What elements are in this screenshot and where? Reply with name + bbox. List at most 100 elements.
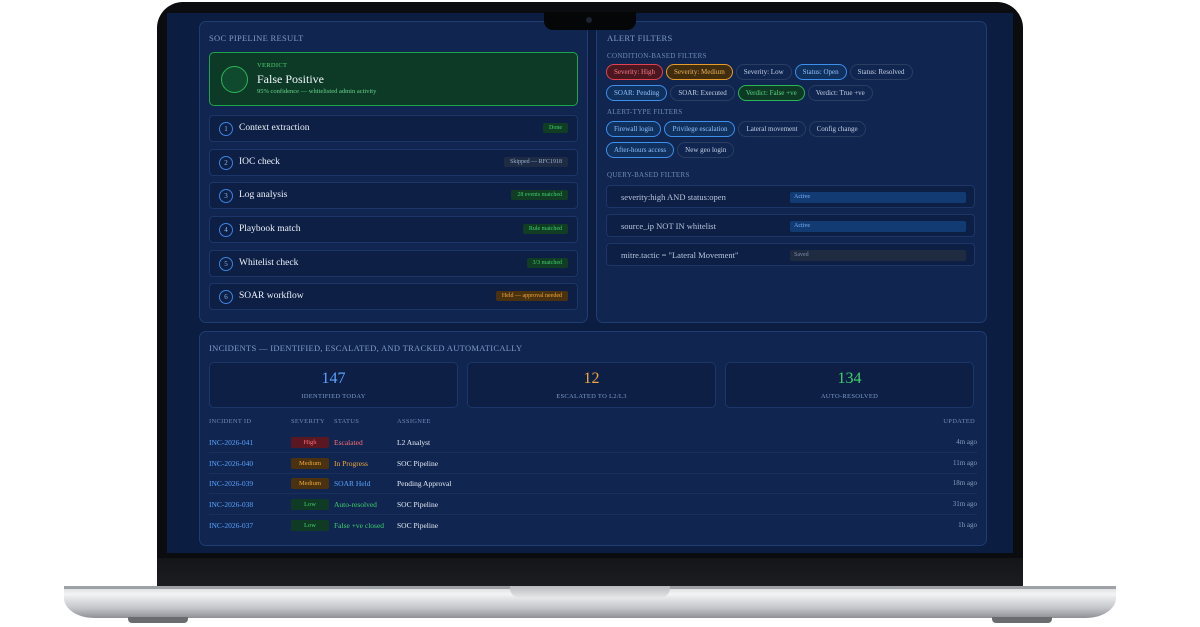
filter-chip[interactable]: Lateral movement (738, 121, 806, 137)
assignee-text: SOC Pipeline (397, 500, 439, 510)
step-label: Whitelist check (239, 258, 299, 268)
step-number-icon: 3 (219, 189, 233, 203)
incident-id-link[interactable]: INC-2026-037 (209, 521, 253, 530)
incident-id-link[interactable]: INC-2026-039 (209, 479, 253, 488)
updated-time: 18m ago (952, 479, 977, 488)
stat-label: AUTO-RESOLVED (820, 393, 879, 400)
alert-type-filter-row: After-hours access New geo login (606, 142, 735, 158)
severity-badge: Medium (291, 457, 329, 469)
filter-chip[interactable]: Status: Resolved (849, 64, 913, 80)
pipeline-step[interactable]: 5 Whitelist check 3/3 matched (209, 250, 578, 277)
stat-label: IDENTIFIED TODAY (301, 393, 366, 400)
filter-chip[interactable]: After-hours access (606, 142, 675, 158)
incident-id-link[interactable]: INC-2026-040 (209, 459, 253, 468)
step-number-icon: 2 (219, 156, 233, 170)
pipeline-step[interactable]: 1 Context extraction Done (209, 115, 578, 142)
step-label: Playbook match (239, 224, 301, 234)
step-status-badge: Skipped — RFC1918 (503, 157, 568, 167)
query-state-badge: Active (790, 192, 966, 203)
filter-chip[interactable]: New geo login (677, 142, 735, 158)
query-state-badge: Saved (790, 250, 966, 261)
query-filter-row[interactable]: severity:high AND status:open Active (606, 185, 975, 208)
step-label: Log analysis (239, 190, 288, 200)
query-text: mitre.tactic = "Lateral Movement" (621, 250, 739, 260)
verdict-label: VERDICT (257, 62, 288, 69)
condition-filter-row: Severity: High Severity: Medium Severity: … (606, 64, 913, 80)
severity-badge: Low (291, 519, 329, 531)
screen: SOC PIPELINE RESULT VERDICT False Positi… (167, 13, 1013, 553)
assignee-text: L2 Analyst (397, 438, 431, 447)
filter-chip[interactable]: Severity: Medium (666, 64, 733, 80)
table-row[interactable]: INC-2026-037 Low False +ve closed SOC Pipel… (209, 516, 977, 536)
step-number-icon: 4 (219, 223, 233, 237)
incidents-title: INCIDENTS — IDENTIFIED, ESCALATED, AND T… (209, 343, 523, 353)
verdict-card: VERDICT False Positive 95% confidence — … (209, 52, 578, 106)
soc-pipeline-panel: SOC PIPELINE RESULT VERDICT False Positi… (199, 21, 588, 323)
updated-time: 11m ago (952, 458, 977, 467)
stat-card: 134 AUTO-RESOLVED (725, 362, 974, 408)
condition-filter-row: SOAR: Pending SOAR: Executed Verdict: Fals… (606, 85, 873, 101)
verdict-detail: 95% confidence — whitelisted admin activ… (257, 88, 377, 95)
camera-notch (544, 12, 636, 30)
step-status-badge: 3/3 matched (526, 258, 568, 268)
updated-time: 4m ago (956, 438, 977, 446)
alert-filters-panel: ALERT FILTERS CONDITION-BASED FILTERS Se… (596, 21, 987, 323)
step-label: SOAR workflow (239, 291, 304, 301)
laptop-foot-left (128, 617, 188, 623)
query-text: source_ip NOT IN whitelist (621, 221, 716, 231)
table-row[interactable]: INC-2026-039 Medium SOAR Held Pending Appro… (209, 474, 977, 495)
stat-value: 147 (321, 370, 346, 387)
filter-chip[interactable]: Privilege escalation (664, 121, 736, 137)
table-row[interactable]: INC-2026-041 High Escalated L2 Analyst 4m ag… (209, 433, 977, 453)
query-state-badge: Active (790, 221, 966, 232)
alert-type-filter-row: Firewall login Privilege escalation Latera… (606, 121, 866, 137)
pipeline-title: SOC PIPELINE RESULT (209, 33, 304, 43)
table-row[interactable]: INC-2026-038 Low Auto-resolved SOC Pipeline… (209, 495, 977, 516)
pipeline-step[interactable]: 6 SOAR workflow Held — approval needed (209, 283, 578, 310)
stat-value: 12 (583, 370, 600, 387)
laptop-foot-right (992, 617, 1052, 623)
condition-filters-title: CONDITION-BASED FILTERS (607, 52, 707, 60)
status-text: SOAR Held (334, 479, 371, 489)
pipeline-step[interactable]: 4 Playbook match Rule matched (209, 216, 578, 243)
step-number-icon: 6 (219, 290, 233, 304)
step-status-badge: 28 events matched (511, 190, 568, 200)
status-text: Auto-resolved (334, 500, 377, 510)
verdict-status-icon (221, 66, 248, 93)
query-filters-title: QUERY-BASED FILTERS (607, 171, 690, 179)
filter-chip[interactable]: Severity: High (606, 64, 664, 80)
col-assignee: ASSIGNEE (397, 418, 431, 425)
status-text: Escalated (334, 438, 363, 447)
status-text: In Progress (334, 458, 368, 468)
filter-chip[interactable]: Verdict: True +ve (807, 85, 873, 101)
updated-time: 1h ago (958, 520, 977, 529)
col-updated: UPDATED (943, 418, 975, 425)
table-row[interactable]: INC-2026-040 Medium In Progress SOC Pipelin… (209, 454, 977, 474)
filters-title: ALERT FILTERS (607, 33, 673, 43)
filter-chip[interactable]: SOAR: Pending (606, 85, 668, 101)
filter-chip[interactable]: Firewall login (606, 121, 662, 137)
step-label: Context extraction (239, 123, 310, 133)
col-status: STATUS (334, 418, 360, 425)
pipeline-step[interactable]: 3 Log analysis 28 events matched (209, 182, 578, 209)
severity-badge: Medium (291, 478, 329, 490)
step-number-icon: 1 (219, 122, 233, 136)
filter-chip[interactable]: Verdict: False +ve (737, 85, 805, 101)
incident-id-link[interactable]: INC-2026-038 (209, 500, 253, 509)
severity-badge: Low (291, 499, 329, 511)
laptop-chin (157, 558, 1023, 586)
assignee-text: Pending Approval (397, 479, 452, 489)
filter-chip[interactable]: SOAR: Executed (670, 85, 735, 101)
step-number-icon: 5 (219, 257, 233, 271)
pipeline-step[interactable]: 2 IOC check Skipped — RFC1918 (209, 149, 578, 176)
step-status-badge: Done (543, 123, 568, 133)
query-filter-row[interactable]: source_ip NOT IN whitelist Active (606, 214, 975, 237)
incident-id-link[interactable]: INC-2026-041 (209, 438, 253, 447)
query-filter-row[interactable]: mitre.tactic = "Lateral Movement" Saved (606, 243, 975, 266)
filter-chip[interactable]: Status: Open (794, 64, 847, 80)
assignee-text: SOC Pipeline (397, 520, 439, 530)
step-status-badge: Rule matched (522, 224, 568, 234)
filter-chip[interactable]: Config change (808, 121, 866, 137)
updated-time: 31m ago (952, 500, 977, 509)
filter-chip[interactable]: Severity: Low (735, 64, 792, 80)
